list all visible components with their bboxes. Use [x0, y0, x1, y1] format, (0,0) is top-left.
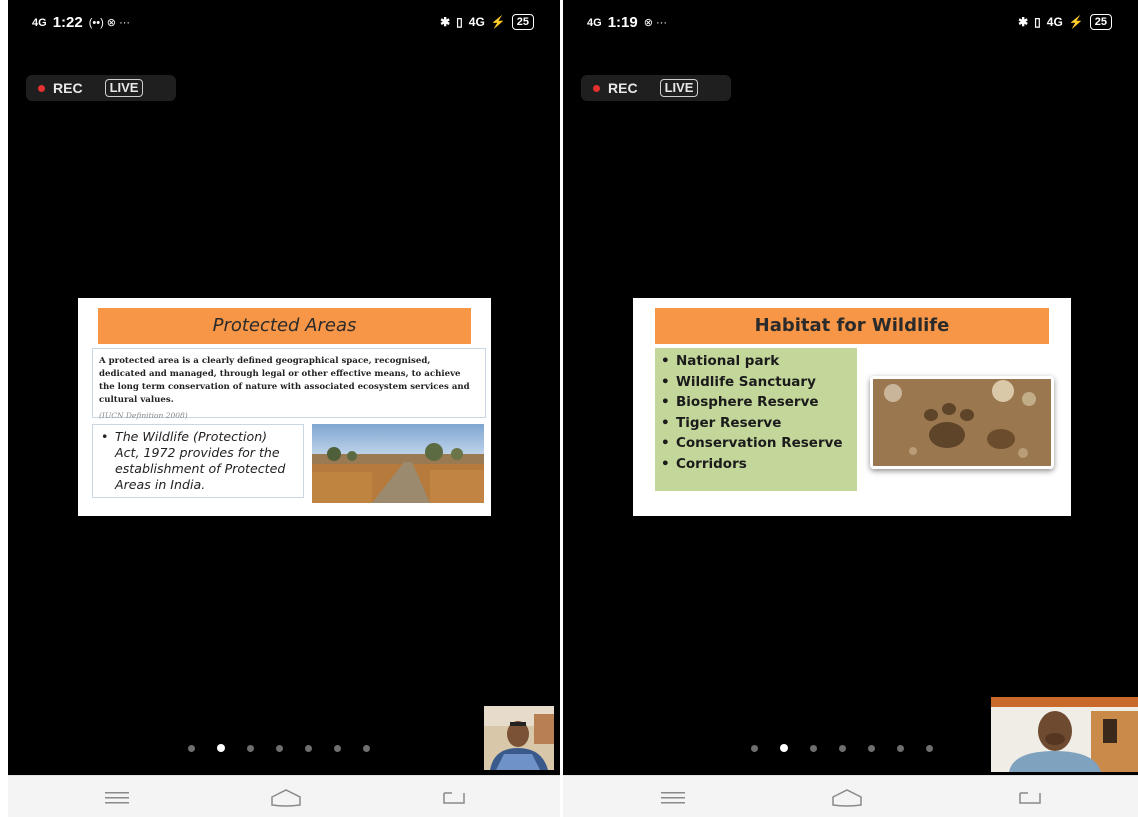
rec-dot-icon: [38, 84, 45, 92]
list-item: Corridors: [661, 454, 851, 475]
network-type: 4G: [587, 16, 602, 29]
charging-icon: ⚡: [490, 15, 506, 29]
pager-dot[interactable]: [276, 744, 283, 752]
pager-dot-active[interactable]: [217, 744, 225, 752]
status-extra: ⊗ ···: [643, 17, 667, 29]
rec-label: REC: [608, 80, 638, 96]
shared-slide[interactable]: Habitat for Wildlife National park Wildl…: [633, 298, 1071, 516]
pager-dot[interactable]: [897, 744, 904, 752]
list-item: Conservation Reserve: [661, 433, 851, 454]
vibrate-icon: ▯: [1034, 15, 1041, 29]
self-video-thumbnail[interactable]: [484, 706, 554, 770]
status-time: 1:19: [607, 14, 638, 31]
slide-pager[interactable]: [751, 744, 933, 752]
slide-title: Protected Areas: [98, 308, 471, 344]
pager-dot[interactable]: [247, 744, 254, 752]
recording-indicator: REC LIVE: [581, 75, 731, 101]
pager-dot-active[interactable]: [780, 744, 788, 752]
charging-icon: ⚡: [1068, 15, 1084, 29]
list-item: National park: [661, 351, 851, 372]
slide-pager[interactable]: [188, 744, 370, 752]
pager-dot[interactable]: [334, 744, 341, 752]
rec-label: REC: [53, 80, 83, 96]
definition-box: A protected area is a clearly defined ge…: [92, 348, 486, 420]
status-bar: 4G 1:22 (••) ⊗ ··· ✱ ▯ 4G ⚡ 25: [8, 10, 560, 36]
network-type: 4G: [32, 16, 47, 29]
right-call-screen: 4G 1:19 ⊗ ··· ✱ ▯ 4G ⚡ 25 REC LIVE Habit…: [563, 0, 1138, 817]
pager-dot[interactable]: [305, 744, 312, 752]
list-item: Wildlife Sanctuary: [661, 372, 851, 393]
system-navigation-bar: [8, 775, 560, 817]
menu-icon[interactable]: [659, 788, 687, 808]
pugmark-photo: [870, 376, 1054, 469]
status-bar: 4G 1:19 ⊗ ··· ✱ ▯ 4G ⚡ 25: [563, 10, 1138, 36]
left-call-screen: 4G 1:22 (••) ⊗ ··· ✱ ▯ 4G ⚡ 25 REC LIVE …: [8, 0, 560, 817]
definition-source: (IUCN Definition 2008): [99, 411, 188, 420]
battery-indicator: 25: [511, 14, 534, 30]
bluetooth-icon: ✱: [1018, 15, 1029, 29]
home-icon[interactable]: [831, 788, 863, 808]
pager-dot[interactable]: [868, 744, 875, 752]
vibrate-icon: ▯: [456, 15, 463, 29]
status-time: 1:22: [52, 14, 83, 31]
signal-icon: 4G: [468, 15, 485, 29]
list-item: Biosphere Reserve: [661, 392, 851, 413]
back-icon[interactable]: [1016, 788, 1044, 808]
self-video-thumbnail[interactable]: [991, 697, 1138, 772]
bluetooth-icon: ✱: [440, 15, 451, 29]
signal-icon: 4G: [1046, 15, 1063, 29]
pager-dot[interactable]: [839, 744, 846, 752]
pager-dot[interactable]: [363, 744, 370, 752]
pager-dot[interactable]: [751, 744, 758, 752]
pager-dot[interactable]: [926, 744, 933, 752]
grassland-road-photo: [312, 424, 484, 503]
home-icon[interactable]: [270, 788, 302, 808]
habitat-list: National park Wildlife Sanctuary Biosphe…: [655, 348, 857, 491]
bullet-icon: •: [101, 429, 109, 444]
recording-indicator: REC LIVE: [26, 75, 176, 101]
definition-text: A protected area is a clearly defined ge…: [99, 356, 470, 405]
live-badge: LIVE: [104, 79, 144, 97]
pager-dot[interactable]: [810, 744, 817, 752]
slide-title: Habitat for Wildlife: [655, 308, 1049, 344]
battery-indicator: 25: [1089, 14, 1112, 30]
menu-icon[interactable]: [103, 788, 131, 808]
live-badge: LIVE: [659, 79, 699, 97]
act-box: • The Wildlife (Protection) Act, 1972 pr…: [92, 424, 304, 498]
status-extra: (••) ⊗ ···: [88, 17, 131, 29]
list-item: Tiger Reserve: [661, 413, 851, 434]
shared-slide[interactable]: Protected Areas A protected area is a cl…: [78, 298, 491, 516]
rec-dot-icon: [593, 84, 600, 92]
pager-dot[interactable]: [188, 744, 195, 752]
back-icon[interactable]: [440, 788, 468, 808]
system-navigation-bar: [563, 775, 1138, 817]
act-text: The Wildlife (Protection) Act, 1972 prov…: [115, 429, 286, 492]
